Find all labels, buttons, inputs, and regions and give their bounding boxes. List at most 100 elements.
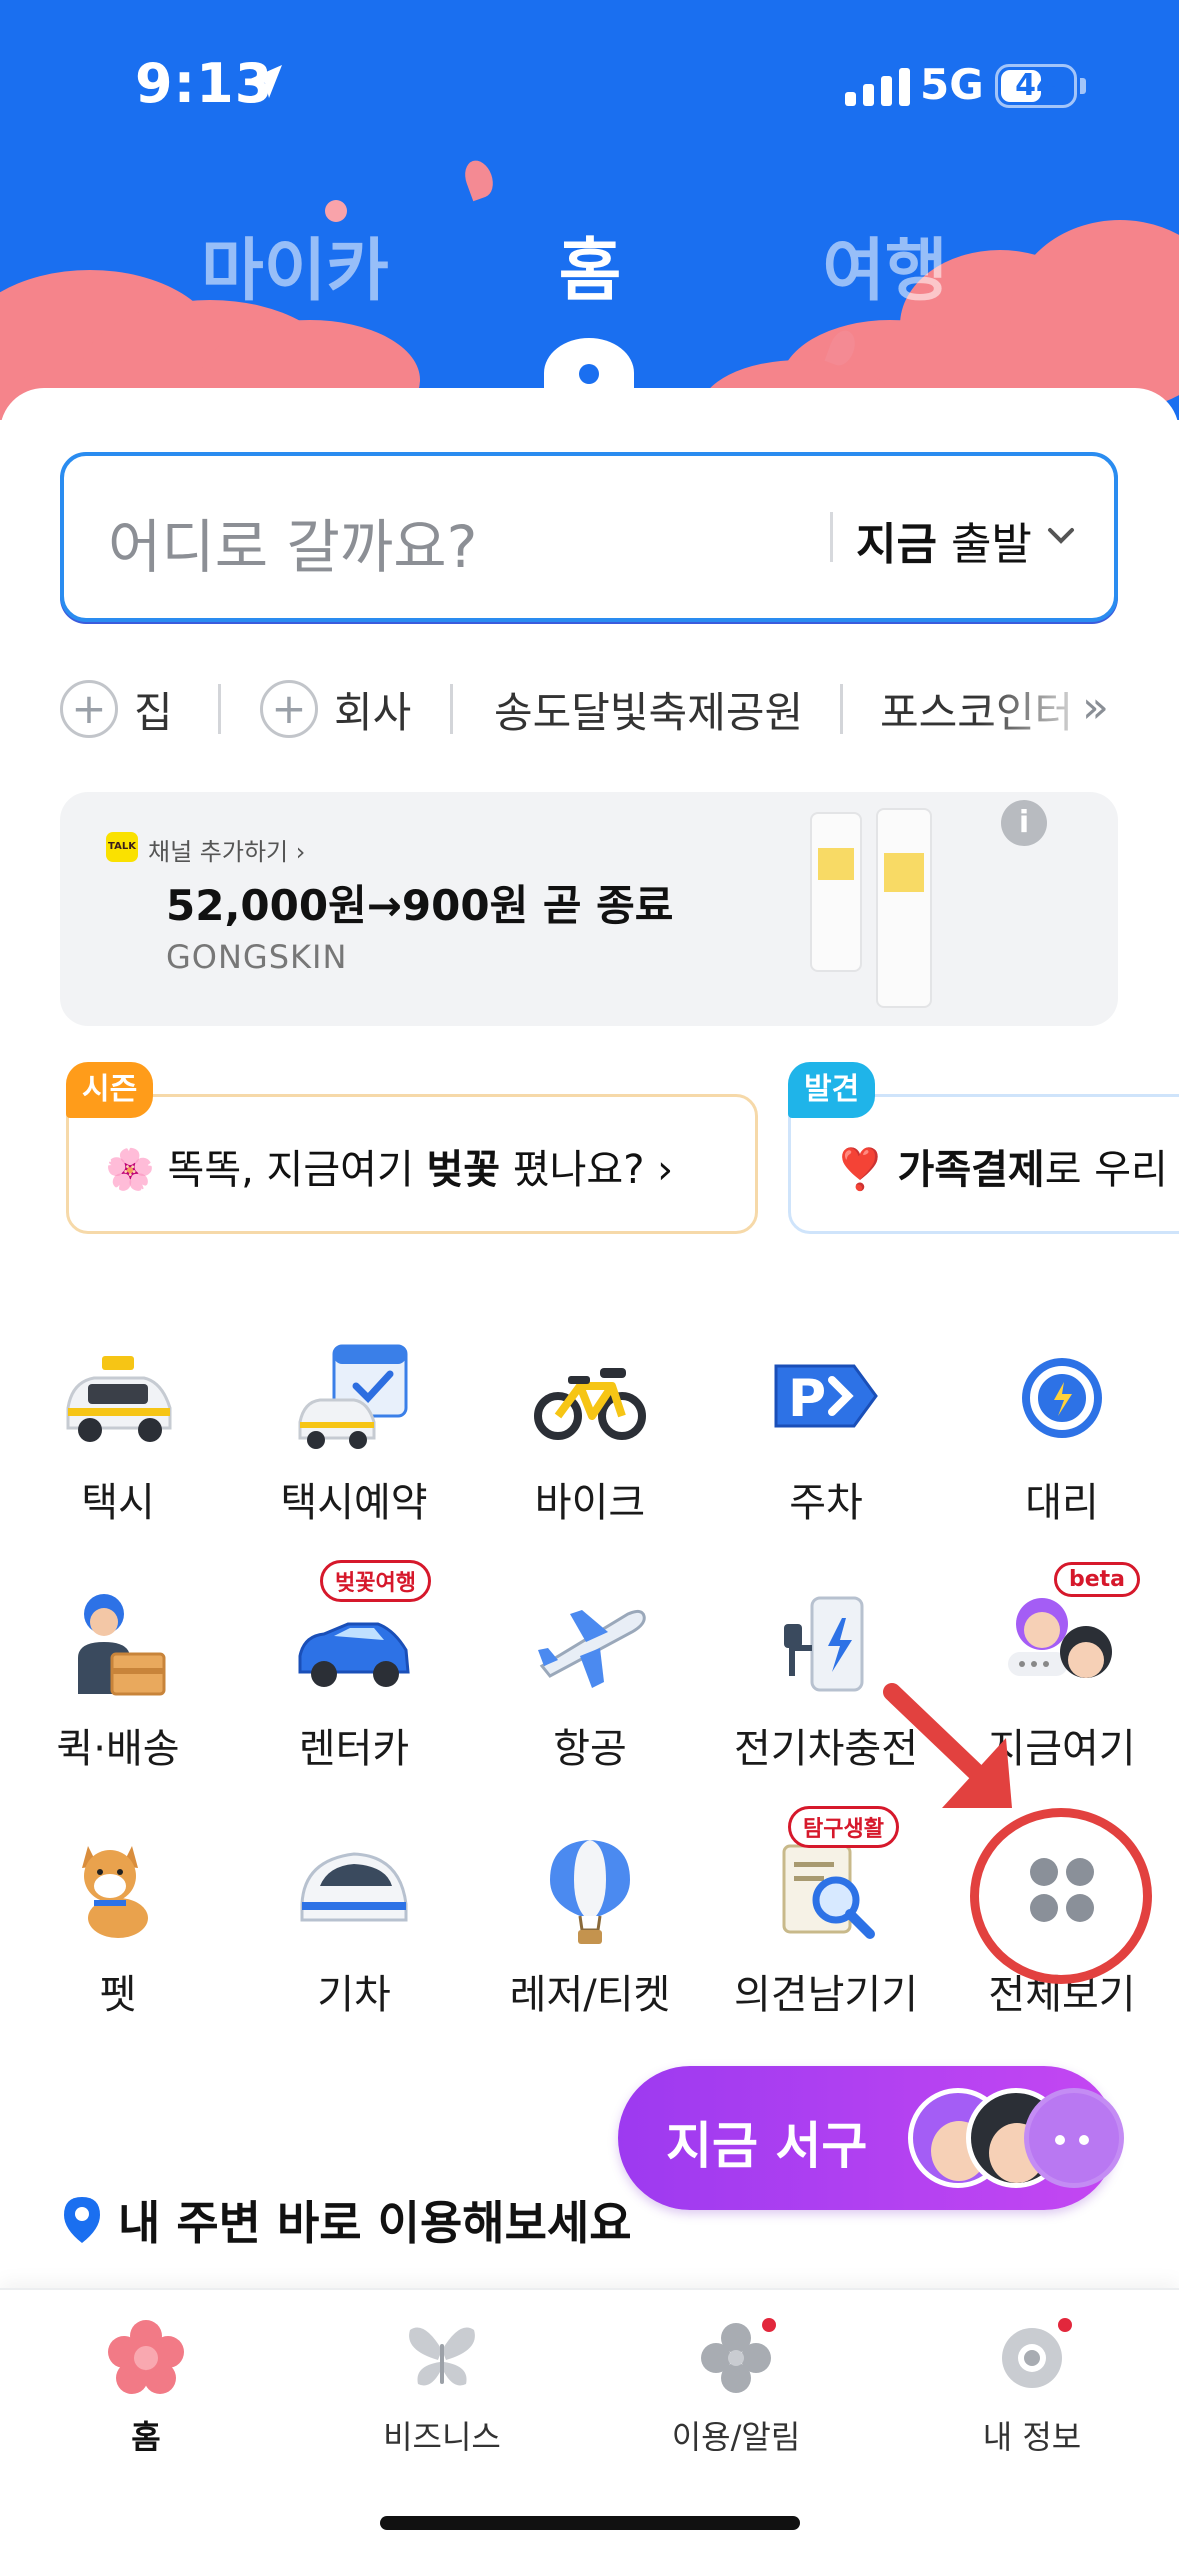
kakaotalk-icon: TALK [106, 832, 138, 862]
separator [450, 684, 453, 734]
nav-my-info-label: 내 정보 [982, 2418, 1082, 2456]
nav-activity[interactable]: 이용/알림 [636, 2318, 836, 2470]
promo-chip-season[interactable]: 🌸 똑똑, 지금여기 벚꽃 폈나요? › [66, 1094, 758, 1234]
promo-season-post: 폈나요? › [500, 1147, 674, 1193]
service-train-label: 기차 [317, 1972, 391, 2018]
location-pin-icon [64, 2197, 100, 2243]
service-bike-label: 바이크 [534, 1480, 646, 1526]
svg-text:P: P [788, 1369, 826, 1429]
service-taxi-reservation[interactable]: 택시예약 [236, 1338, 472, 1558]
taxi-reservation-icon [298, 1344, 408, 1449]
fade-overlay [979, 672, 1179, 746]
feedback-icon [782, 1844, 875, 1939]
beta-badge: beta [1054, 1562, 1141, 1597]
tab-travel[interactable]: 여행 [800, 215, 970, 314]
departure-time-select[interactable]: 지금 출발 [856, 508, 1032, 572]
service-parking[interactable]: P 주차 [708, 1338, 944, 1558]
tab-mycar[interactable]: 마이카 [195, 215, 395, 314]
separator [218, 684, 221, 734]
nav-home-label: 홈 [131, 2418, 161, 2456]
quick-home[interactable]: + 집 [60, 672, 173, 746]
nav-home[interactable]: 홈 [46, 2320, 246, 2470]
rental-car-icon [298, 1622, 410, 1687]
nav-my-info[interactable]: 내 정보 [932, 2318, 1132, 2470]
service-delivery[interactable]: 퀵·배송 [0, 1584, 236, 1804]
active-tab-indicator [579, 364, 599, 384]
more-destinations-icon[interactable]: » [1082, 682, 1109, 733]
train-icon [300, 1852, 408, 1922]
bike-icon [534, 1368, 646, 1440]
clover-icon [698, 2318, 776, 2396]
network-type: 5G [920, 60, 984, 109]
ad-channel-link[interactable]: 채널 추가하기 › [148, 832, 305, 867]
flower-icon [994, 2318, 1072, 2396]
heart-emoji-icon: ❣️ [835, 1147, 885, 1193]
service-feedback-label: 의견남기기 [734, 1972, 918, 2018]
plus-icon: + [60, 680, 118, 738]
quick-home-label: 집 [134, 687, 173, 737]
service-driver[interactable]: 대리 [944, 1338, 1179, 1558]
season-badge: 시즌 [66, 1062, 154, 1118]
promo-season-bold: 벚꽃 [426, 1147, 501, 1193]
promo-discovery-bold: 가족결제 [897, 1147, 1045, 1193]
pet-icon [82, 1846, 148, 1938]
avatar-more [1024, 2088, 1124, 2188]
plus-icon: + [260, 680, 318, 738]
service-rental-car[interactable]: 렌터카 [236, 1584, 472, 1804]
service-train[interactable]: 기차 [236, 1830, 472, 2050]
discovery-badge: 발견 [788, 1062, 876, 1118]
home-indicator [380, 2516, 800, 2530]
service-leisure-ticket[interactable]: 레저/티켓 [472, 1830, 708, 2050]
blossom-icon [108, 2320, 184, 2396]
service-delivery-label: 퀵·배송 [56, 1726, 180, 1772]
service-pet-label: 펫 [99, 1972, 137, 2018]
service-taxi-label: 택시 [81, 1480, 155, 1526]
tab-home[interactable]: 홈 [530, 215, 650, 314]
quick-destinations: + 집 + 회사 송도달빛축제공원 포스코인터 [60, 672, 1179, 746]
promo-season-pre: 똑똑, 지금여기 [154, 1147, 427, 1193]
quick-office[interactable]: + 회사 [260, 672, 411, 746]
service-leisure-ticket-label: 레저/티켓 [509, 1972, 671, 2018]
search-placeholder: 어디로 갈까요? [108, 513, 478, 581]
butterfly-icon [404, 2320, 480, 2396]
service-bike[interactable]: 바이크 [472, 1338, 708, 1558]
ad-info-icon[interactable]: i [1001, 800, 1047, 846]
battery-icon: 44 [995, 64, 1077, 108]
ad-brand: GONGSKIN [166, 938, 348, 976]
quick-recent-1-label: 송도달빛축제공원 [494, 687, 804, 737]
now-location-button[interactable]: 지금 서구 [618, 2066, 1124, 2210]
chevron-down-icon[interactable] [1044, 518, 1078, 552]
leisure-ticket-icon [550, 1840, 630, 1944]
product-tube-image [810, 812, 862, 972]
annotation-circle [970, 1808, 1152, 1984]
rental-car-badge: 벚꽃여행 [320, 1560, 431, 1602]
service-taxi-reservation-label: 택시예약 [280, 1480, 428, 1526]
product-box-image [876, 808, 932, 1008]
service-pet[interactable]: 펫 [0, 1830, 236, 2050]
ad-title: 52,000원→900원 곧 종료 [166, 881, 674, 930]
top-tabs: 마이카 홈 여행 [0, 215, 1179, 311]
airplane-icon [538, 1609, 646, 1688]
separator [840, 684, 843, 734]
service-driver-label: 대리 [1025, 1480, 1099, 1526]
service-rental-car-label: 렌터카 [298, 1726, 410, 1772]
battery-tip [1080, 78, 1086, 94]
annotation-arrow-icon [883, 1683, 1012, 1808]
nav-activity-label: 이용/알림 [671, 2418, 801, 2456]
quick-office-label: 회사 [334, 687, 412, 737]
promo-discovery-post: 로 우리 [1044, 1147, 1168, 1193]
nearby-section-title: 내 주변 바로 이용해보세요 [60, 2190, 632, 2250]
nav-business[interactable]: 비즈니스 [342, 2320, 542, 2470]
nearby-title: 내 주변 바로 이용해보세요 [118, 2196, 632, 2250]
service-feedback[interactable]: 의견남기기 [708, 1830, 944, 2050]
service-parking-label: 주차 [789, 1480, 863, 1526]
service-airline-label: 항공 [553, 1726, 627, 1772]
service-taxi[interactable]: 택시 [0, 1338, 236, 1558]
location-arrow-icon [250, 65, 282, 98]
nav-business-label: 비즈니스 [383, 2418, 501, 2456]
quick-recent-1[interactable]: 송도달빛축제공원 [494, 672, 803, 746]
departure-bold: 지금 [856, 519, 937, 570]
ev-charging-icon [784, 1596, 864, 1692]
service-airline[interactable]: 항공 [472, 1584, 708, 1804]
destination-search[interactable]: 어디로 갈까요? 지금 출발 [60, 452, 1118, 622]
